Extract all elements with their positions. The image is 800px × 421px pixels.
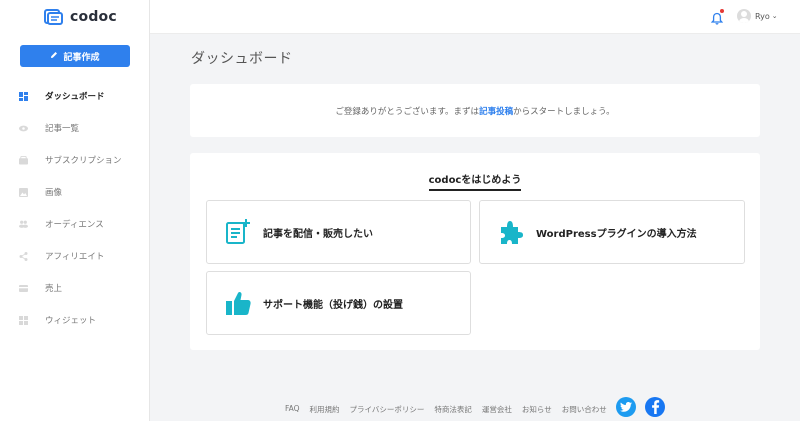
logo-text: codoc (70, 9, 117, 25)
sidebar-item-label: アフィリエイト (45, 252, 105, 262)
footer-link-legal[interactable]: 特商法表記 (434, 404, 472, 415)
twitter-icon[interactable] (616, 397, 636, 417)
user-menu[interactable]: Ryo ⌄ (737, 9, 778, 23)
footer-link-contact[interactable]: お問い合わせ (562, 404, 607, 415)
footer-link-privacy[interactable]: プライバシーポリシー (350, 404, 425, 415)
sidebar-item-images[interactable]: 画像 (0, 176, 150, 208)
card-label: WordPressプラグインの導入方法 (536, 228, 697, 240)
user-name: Ryo (755, 11, 770, 21)
footer-link-company[interactable]: 運営会社 (482, 404, 512, 415)
sidebar: codoc 記事作成 ダッシュボード 記事一覧 サブスクリプション 画像 オーデ… (0, 0, 150, 421)
sidebar-item-audience[interactable]: オーディエンス (0, 208, 150, 240)
sidebar-item-sales[interactable]: 売上 (0, 272, 150, 304)
image-icon (19, 187, 28, 197)
pencil-icon (50, 51, 58, 62)
sidebar-item-label: オーディエンス (45, 220, 104, 230)
create-article-button[interactable]: 記事作成 (20, 45, 130, 67)
card-wordpress-plugin[interactable]: WordPressプラグインの導入方法 (479, 200, 745, 264)
sidebar-item-dashboard[interactable]: ダッシュボード (0, 80, 150, 112)
notification-bell-icon[interactable] (710, 9, 724, 25)
page-title: ダッシュボード (191, 51, 293, 67)
sidebar-item-articles[interactable]: 記事一覧 (0, 112, 150, 144)
footer-links: FAQ 利用規約 プライバシーポリシー 特商法表記 運営会社 お知らせ お問い合… (285, 404, 617, 415)
card-label: 記事を配信・販売したい (263, 228, 373, 240)
footer-link-faq[interactable]: FAQ (285, 404, 300, 415)
sidebar-item-label: 画像 (45, 188, 63, 198)
widget-icon (19, 315, 28, 325)
card-support-tipping[interactable]: サポート機能（投げ銭）の設置 (206, 271, 471, 335)
sidebar-item-label: サブスクリプション (45, 156, 122, 166)
notice-text-before: ご登録ありがとうございます。まずは (335, 106, 480, 117)
audience-icon (19, 220, 28, 229)
codoc-logo-icon (44, 9, 63, 25)
puzzle-icon (496, 217, 526, 247)
sidebar-item-label: ダッシュボード (45, 92, 105, 102)
sidebar-item-widget[interactable]: ウィジェット (0, 304, 150, 336)
facebook-icon[interactable] (645, 397, 665, 417)
sidebar-item-label: 記事一覧 (45, 124, 80, 134)
sidebar-item-affiliate[interactable]: アフィリエイト (0, 240, 150, 272)
subscription-icon (19, 155, 28, 165)
sidebar-item-label: ウィジェット (45, 316, 97, 326)
footer-link-terms[interactable]: 利用規約 (310, 404, 340, 415)
create-article-label: 記事作成 (63, 52, 100, 63)
card-publish-articles[interactable]: 記事を配信・販売したい (206, 200, 471, 264)
chevron-down-icon: ⌄ (771, 12, 778, 20)
getting-started-title: codocをはじめよう (190, 168, 760, 191)
card-label: サポート機能（投げ銭）の設置 (263, 299, 403, 311)
welcome-notice: ご登録ありがとうございます。まずは 記事投稿 からスタートしましょう。 (190, 84, 760, 137)
dashboard-icon (19, 91, 28, 101)
sidebar-item-subscription[interactable]: サブスクリプション (0, 144, 150, 176)
sidebar-item-label: 売上 (45, 284, 63, 294)
share-icon (19, 251, 28, 261)
top-bar (150, 0, 800, 34)
notice-text-after: からスタートしましょう。 (513, 106, 615, 117)
sales-icon (19, 284, 28, 293)
footer-link-news[interactable]: お知らせ (522, 404, 552, 415)
sidebar-nav: ダッシュボード 記事一覧 サブスクリプション 画像 オーディエンス アフィリエイ… (0, 80, 150, 336)
article-add-icon (223, 217, 253, 247)
logo[interactable]: codoc (44, 6, 117, 28)
post-article-link[interactable]: 記事投稿 (479, 105, 513, 117)
notification-badge (720, 9, 724, 13)
thumbs-up-icon (223, 288, 253, 318)
footer: FAQ 利用規約 プライバシーポリシー 特商法表記 運営会社 お知らせ お問い合… (150, 397, 800, 419)
getting-started-title-text: codocをはじめよう (428, 175, 522, 191)
avatar (737, 9, 751, 23)
eye-icon (19, 124, 28, 133)
